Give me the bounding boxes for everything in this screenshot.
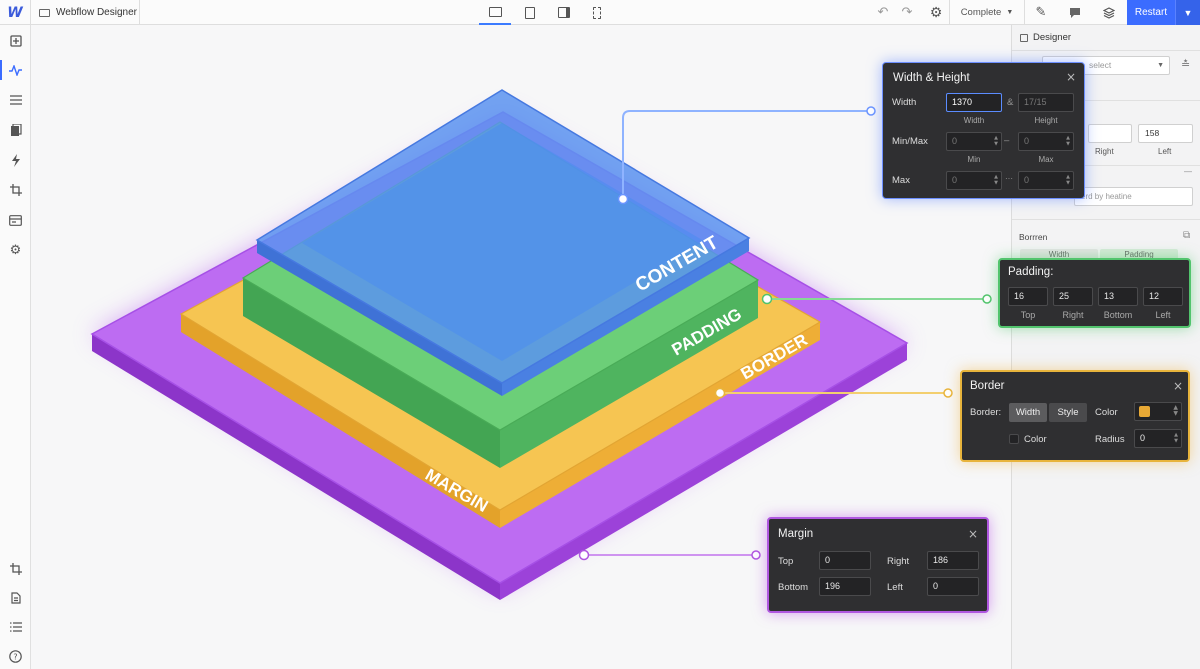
width-height-title: Width & Height — [893, 72, 970, 84]
desktop-icon — [488, 6, 502, 17]
height-input[interactable]: 17/15 — [1018, 93, 1074, 112]
restart-button[interactable]: Restart — [1127, 0, 1175, 25]
settings-gear-icon[interactable]: ⚙ — [924, 0, 948, 25]
close-icon[interactable]: × — [968, 527, 978, 541]
webflow-logo[interactable]: W — [0, 0, 31, 25]
pages-icon[interactable] — [0, 117, 31, 143]
collapse-icon[interactable]: — — [1184, 167, 1192, 176]
interactions-icon[interactable] — [0, 57, 31, 83]
close-icon[interactable]: × — [1173, 379, 1183, 393]
minmax-label: Min/Max — [892, 136, 928, 147]
add-elements-icon[interactable] — [0, 28, 31, 54]
chevron-down-icon: ▼ — [1006, 9, 1014, 16]
undo-icon[interactable]: ↶ — [872, 0, 894, 25]
panel-title: Designer — [1020, 32, 1071, 43]
margin-left-input[interactable]: 0 — [927, 577, 979, 596]
left-spacing-label: Left — [1158, 147, 1172, 156]
viewport-mobile-button[interactable] — [581, 0, 613, 25]
color-checkbox-label: Color — [1024, 434, 1047, 445]
chevron-down-icon: ▼ — [1157, 62, 1164, 69]
border-color-label: Color — [1095, 407, 1118, 418]
help-icon[interactable]: ? — [0, 643, 31, 669]
margin-top-input[interactable]: 0 — [819, 551, 871, 570]
min-width-input[interactable]: 0 ▲ ▼ — [946, 132, 1002, 151]
margin-right-label: Right — [887, 556, 910, 567]
crop-tool-icon[interactable] — [0, 556, 31, 582]
border-width-button[interactable]: Width — [1009, 403, 1047, 422]
margin-connector — [578, 549, 761, 561]
settings-icon[interactable]: ⚙ — [0, 237, 31, 263]
margin-title: Margin — [778, 528, 814, 540]
max-max-input[interactable]: 0 ▲ ▼ — [1018, 171, 1074, 190]
assets-icon[interactable] — [0, 207, 31, 233]
style-search-input[interactable]: erd by heatine — [1074, 187, 1193, 206]
left-spacing-input[interactable]: 158 — [1138, 124, 1193, 143]
max-width-input[interactable]: 0 ▲ ▼ — [1018, 132, 1074, 151]
tablet-icon — [525, 6, 535, 19]
brush-icon[interactable]: ✎ — [1028, 0, 1054, 25]
padding-panel: Padding: 16 25 13 12 Top Right Bottom Le… — [998, 258, 1191, 328]
top-bar: W Webflow Designer ↶ ↷ ⚙ Complete ▼ ✎ Re… — [0, 0, 1200, 25]
right-spacing-input[interactable] — [1088, 124, 1132, 143]
left-rail: ⚙ ? — [0, 25, 31, 669]
close-icon[interactable]: × — [1066, 70, 1076, 84]
panel-square-icon — [1020, 33, 1028, 42]
margin-bottom-label: Bottom — [778, 582, 809, 593]
border-color-swatch — [1139, 406, 1150, 417]
viewport-tablet-button[interactable] — [514, 0, 546, 25]
radius-input[interactable]: 0 ▲ ▼ — [1134, 429, 1182, 448]
border-label: Border: — [970, 407, 1002, 418]
max-label: Max — [892, 175, 910, 186]
margin-left-label: Left — [887, 582, 903, 593]
border-title: Border — [970, 380, 1005, 392]
lightning-icon[interactable] — [0, 147, 31, 173]
restart-chevron-down-icon[interactable]: ▼ — [1175, 0, 1200, 25]
padding-top-input[interactable]: 16 — [1008, 287, 1048, 306]
layers-icon[interactable] — [1096, 0, 1122, 25]
padding-title: Padding: — [1008, 266, 1054, 278]
redo-icon[interactable]: ↷ — [896, 0, 918, 25]
border-style-button[interactable]: Style — [1049, 403, 1087, 422]
status-label: Complete — [960, 7, 1002, 18]
width-height-panel: Width & Height × Width 1370 & 17/15 Widt… — [882, 62, 1085, 199]
crop-icon[interactable] — [0, 177, 31, 203]
document-tab[interactable]: Webflow Designer — [31, 0, 140, 25]
viewport-desktop-button[interactable] — [479, 0, 511, 25]
padding-right-input[interactable]: 25 — [1053, 287, 1093, 306]
max-min-input[interactable]: 0 ▲ ▼ — [946, 171, 1002, 190]
copy-icon[interactable]: ⧉ — [1183, 230, 1190, 241]
width-label: Width — [892, 97, 917, 108]
status-dropdown[interactable]: Complete ▼ — [950, 0, 1024, 25]
mobile-icon — [593, 6, 601, 19]
document-title: Webflow Designer — [56, 7, 137, 18]
svg-text:?: ? — [13, 652, 17, 661]
right-spacing-label: Right — [1095, 147, 1114, 156]
margin-bottom-input[interactable]: 196 — [819, 577, 871, 596]
document-icon[interactable] — [0, 585, 31, 611]
monitor-icon — [39, 8, 50, 17]
selector-options-icon[interactable]: ≛ — [1181, 58, 1190, 71]
comment-icon[interactable] — [1062, 0, 1088, 25]
padding-bottom-input[interactable]: 13 — [1098, 287, 1138, 306]
landscape-icon — [558, 7, 570, 18]
list-icon[interactable] — [0, 614, 31, 640]
section-label: Borrren — [1019, 232, 1048, 242]
viewport-landscape-button[interactable] — [548, 0, 580, 25]
border-color-picker[interactable]: ▲ ▼ — [1134, 402, 1182, 421]
navigator-icon[interactable] — [0, 87, 31, 113]
margin-top-label: Top — [778, 556, 794, 567]
color-checkbox[interactable] — [1009, 434, 1019, 444]
margin-panel: Margin × Top 0 Right 186 Bottom 196 Left… — [767, 517, 989, 613]
border-panel: Border × Border: Width Style Color ▲ ▼ Co… — [960, 370, 1190, 462]
width-input[interactable]: 1370 — [946, 93, 1002, 112]
margin-right-input[interactable]: 186 — [927, 551, 979, 570]
padding-left-input[interactable]: 12 — [1143, 287, 1183, 306]
radius-label: Radius — [1095, 434, 1125, 445]
